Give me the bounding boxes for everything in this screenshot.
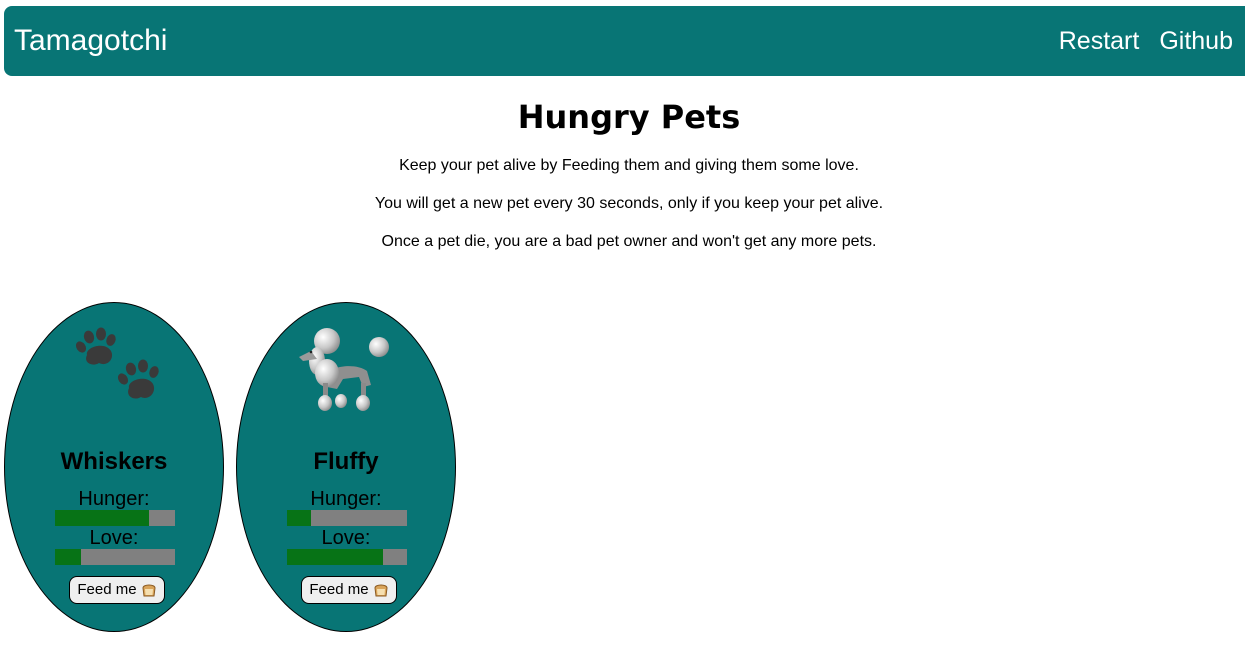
love-bar-fill xyxy=(55,549,82,565)
love-label: Love: xyxy=(89,527,139,549)
restart-link[interactable]: Restart xyxy=(1059,26,1140,56)
love-bar xyxy=(287,549,407,565)
bread-icon xyxy=(142,584,156,597)
love-label: Love: xyxy=(321,527,371,549)
hunger-bar-fill xyxy=(55,510,149,526)
pet-card-whiskers: Whiskers Hunger: Love: Feed me xyxy=(4,302,224,632)
poodle-icon xyxy=(299,328,389,411)
navbar: Tamagotchi Restart Github xyxy=(4,6,1245,76)
hunger-bar xyxy=(287,510,407,526)
feed-button[interactable]: Feed me xyxy=(301,576,397,604)
intro-paragraph-3: Once a pet die, you are a bad pet owner … xyxy=(381,233,877,250)
pet-card-fluffy: Fluffy Hunger: Love: Feed me xyxy=(236,302,456,632)
feed-button-label: Feed me xyxy=(77,581,137,598)
feed-button-label: Feed me xyxy=(309,581,369,598)
love-bar xyxy=(55,549,175,565)
pet-name: Whiskers xyxy=(60,448,168,475)
paw-prints-icon xyxy=(75,327,159,399)
intro-paragraph-1: Keep your pet alive by Feeding them and … xyxy=(399,157,859,174)
bread-icon xyxy=(374,584,388,597)
hunger-bar-fill xyxy=(287,510,311,526)
page-title: Hungry Pets xyxy=(517,98,741,136)
brand-link[interactable]: Tamagotchi xyxy=(14,23,167,59)
feed-button[interactable]: Feed me xyxy=(69,576,165,604)
hunger-label: Hunger: xyxy=(310,488,382,510)
nav-links: Restart Github xyxy=(1059,26,1233,56)
hunger-bar xyxy=(55,510,175,526)
github-link[interactable]: Github xyxy=(1159,26,1233,56)
hunger-label: Hunger: xyxy=(78,488,150,510)
love-bar-fill xyxy=(287,549,383,565)
pet-name: Fluffy xyxy=(313,448,379,475)
intro-paragraph-2: You will get a new pet every 30 seconds,… xyxy=(374,195,884,212)
